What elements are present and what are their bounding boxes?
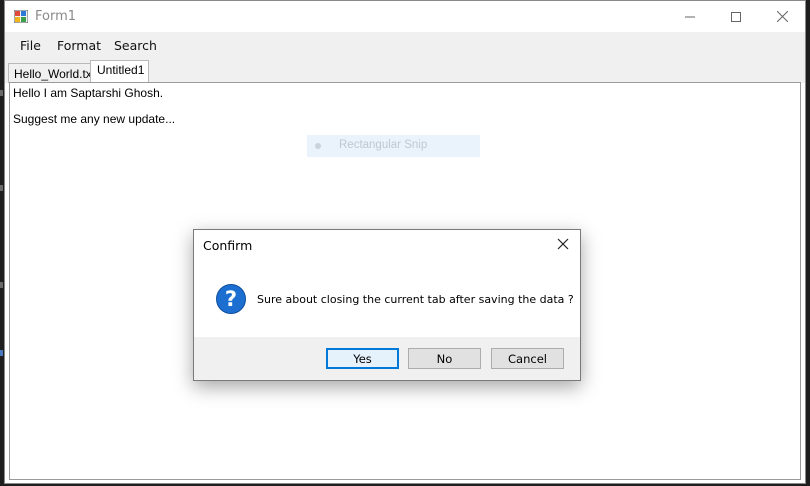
menu-bar: File Format Search: [5, 32, 805, 59]
editor-line: Suggest me any new update...: [13, 112, 176, 126]
title-bar: Form1: [5, 1, 805, 32]
tab-strip: Hello_World.txt Untitled1: [5, 59, 805, 83]
dialog-message: Sure about closing the current tab after…: [257, 293, 574, 306]
tab-hello-world[interactable]: Hello_World.txt: [8, 63, 95, 83]
dialog-title: Confirm: [203, 238, 253, 253]
menu-file[interactable]: File: [20, 38, 41, 53]
maximize-icon: [731, 11, 741, 22]
background-artifact: [0, 90, 3, 96]
minimize-icon: [685, 16, 695, 17]
background-artifact: [0, 350, 3, 356]
close-icon: [776, 11, 788, 22]
tab-untitled1[interactable]: Untitled1: [90, 60, 149, 83]
close-window-button[interactable]: [759, 1, 805, 32]
background-artifact: [0, 282, 3, 288]
radio-dot-icon: [315, 143, 321, 149]
dialog-button-bar: Yes No Cancel: [194, 337, 580, 380]
window-title: Form1: [35, 9, 77, 24]
question-icon: ?: [216, 284, 246, 314]
confirm-dialog: Confirm ? Sure about closing the current…: [193, 229, 581, 381]
menu-format[interactable]: Format: [57, 38, 101, 53]
menu-search[interactable]: Search: [114, 38, 157, 53]
cancel-button[interactable]: Cancel: [491, 348, 564, 369]
background-artifact: [0, 185, 3, 191]
snip-mode-label: Rectangular Snip: [339, 139, 428, 151]
editor-line: Hello I am Saptarshi Ghosh.: [13, 86, 164, 100]
yes-button[interactable]: Yes: [326, 348, 399, 369]
snip-overlay-ghost: Rectangular Snip: [307, 135, 480, 157]
maximize-button[interactable]: [713, 1, 759, 32]
close-icon[interactable]: [555, 236, 571, 252]
minimize-button[interactable]: [667, 1, 713, 32]
no-button[interactable]: No: [408, 348, 481, 369]
app-icon: [14, 10, 28, 23]
